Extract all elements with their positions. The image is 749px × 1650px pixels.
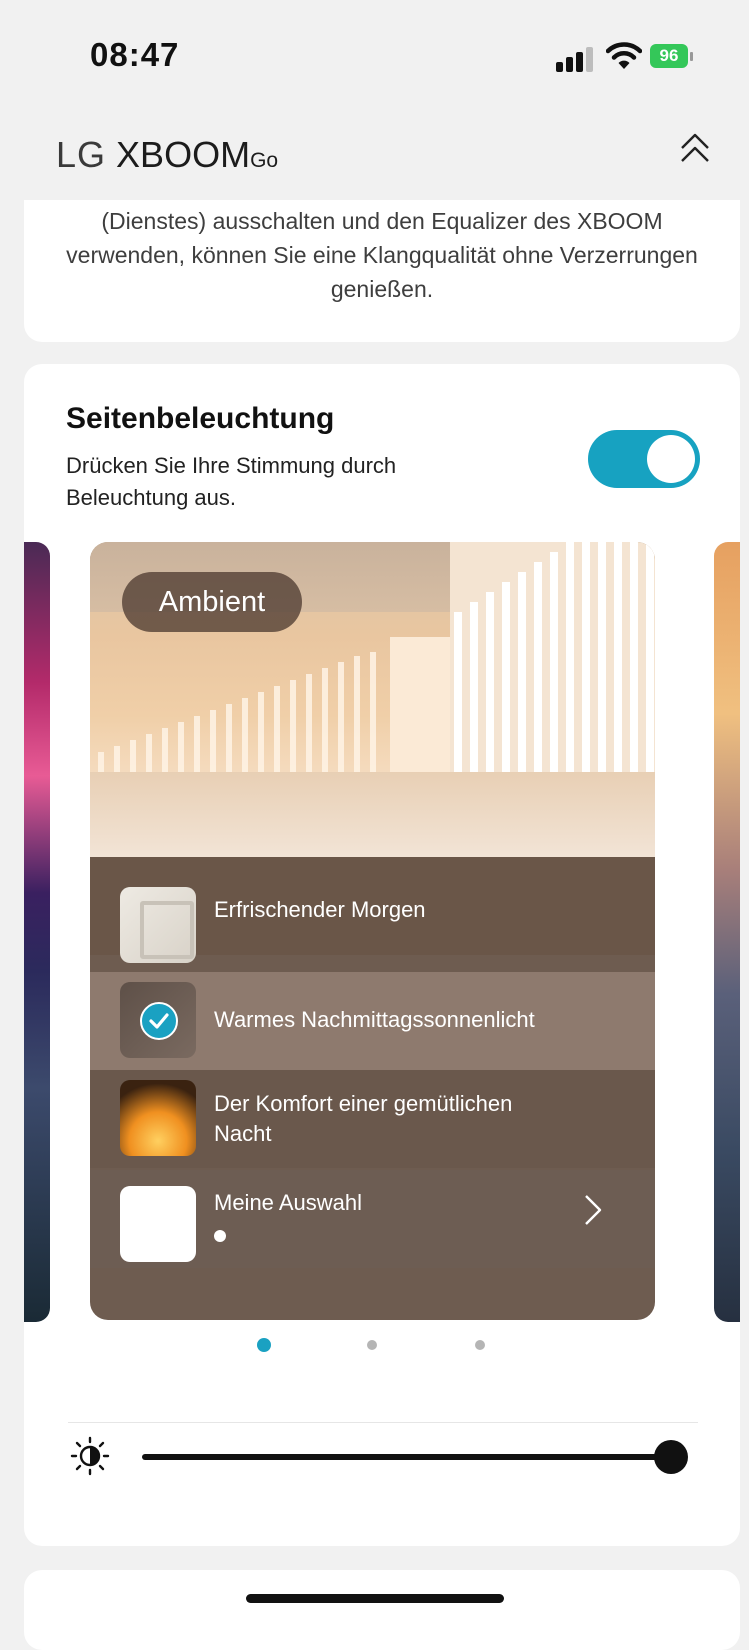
option-thumbnail xyxy=(120,1080,196,1156)
divider xyxy=(68,1422,698,1423)
scene-card-ambient[interactable]: Ambient Erfrischender Morgen Warmes Nach… xyxy=(90,542,655,1320)
chevron-right-icon[interactable] xyxy=(578,1190,608,1230)
lighting-toggle[interactable] xyxy=(588,430,700,488)
carousel-pager xyxy=(24,1334,740,1364)
battery-icon: 96 xyxy=(650,44,694,70)
scene-option[interactable]: Der Komfort einer gemütlichen Nacht xyxy=(90,1070,655,1168)
next-scene-card[interactable] xyxy=(714,542,740,1322)
status-time: 08:47 xyxy=(90,36,180,73)
pager-dot[interactable] xyxy=(257,1338,271,1352)
collapse-chevron-up-icon[interactable] xyxy=(678,130,712,166)
option-label: Der Komfort einer gemütlichen Nacht xyxy=(214,1091,513,1146)
brand-lg: LG xyxy=(56,134,107,175)
scene-option[interactable]: Erfrischender Morgen xyxy=(90,857,655,963)
section-subtitle: Drücken Sie Ihre Stimmung durch Beleucht… xyxy=(66,453,397,510)
equalizer-info-text: (Dienstes) ausschalten und den Equalizer… xyxy=(66,208,698,302)
pager-dot[interactable] xyxy=(475,1340,485,1350)
brightness-icon xyxy=(70,1436,110,1476)
app-header: LG XBOOMGo xyxy=(0,110,749,206)
option-label: Erfrischender Morgen xyxy=(214,897,426,922)
cellular-signal-icon xyxy=(556,46,598,72)
option-thumbnail xyxy=(120,887,196,963)
battery-level: 96 xyxy=(650,44,688,68)
brand-suffix: Go xyxy=(250,149,279,172)
equalizer-info-card: (Dienstes) ausschalten und den Equalizer… xyxy=(24,200,740,342)
scene-option-selected[interactable]: Warmes Nachmittagssonnenlicht xyxy=(90,972,655,1070)
scene-tag: Ambient xyxy=(122,572,302,632)
option-thumbnail xyxy=(120,982,196,1058)
home-indicator[interactable] xyxy=(246,1594,504,1603)
side-lighting-card: Seitenbeleuchtung Drücken Sie Ihre Stimm… xyxy=(24,364,740,1546)
option-label: Warmes Nachmittagssonnenlicht xyxy=(214,1007,535,1032)
section-title: Seitenbeleuchtung xyxy=(66,402,335,435)
brand-name: XBOOM xyxy=(116,134,251,175)
previous-scene-card[interactable] xyxy=(24,542,50,1322)
scene-option-custom[interactable]: Meine Auswahl xyxy=(90,1170,655,1268)
next-section-card xyxy=(24,1570,740,1650)
check-icon xyxy=(140,1002,178,1040)
brightness-slider[interactable] xyxy=(142,1454,672,1460)
pager-dot[interactable] xyxy=(367,1340,377,1350)
brightness-slider-handle[interactable] xyxy=(654,1440,688,1474)
scene-image: Ambient xyxy=(90,542,655,857)
wifi-icon xyxy=(606,42,642,69)
option-thumbnail xyxy=(120,1186,196,1262)
option-label: Meine Auswahl xyxy=(214,1190,362,1215)
color-dot xyxy=(214,1230,226,1242)
status-bar: 08:47 96 xyxy=(0,0,749,110)
toggle-knob xyxy=(647,435,695,483)
brand-logo: LG XBOOMGo xyxy=(56,134,278,176)
